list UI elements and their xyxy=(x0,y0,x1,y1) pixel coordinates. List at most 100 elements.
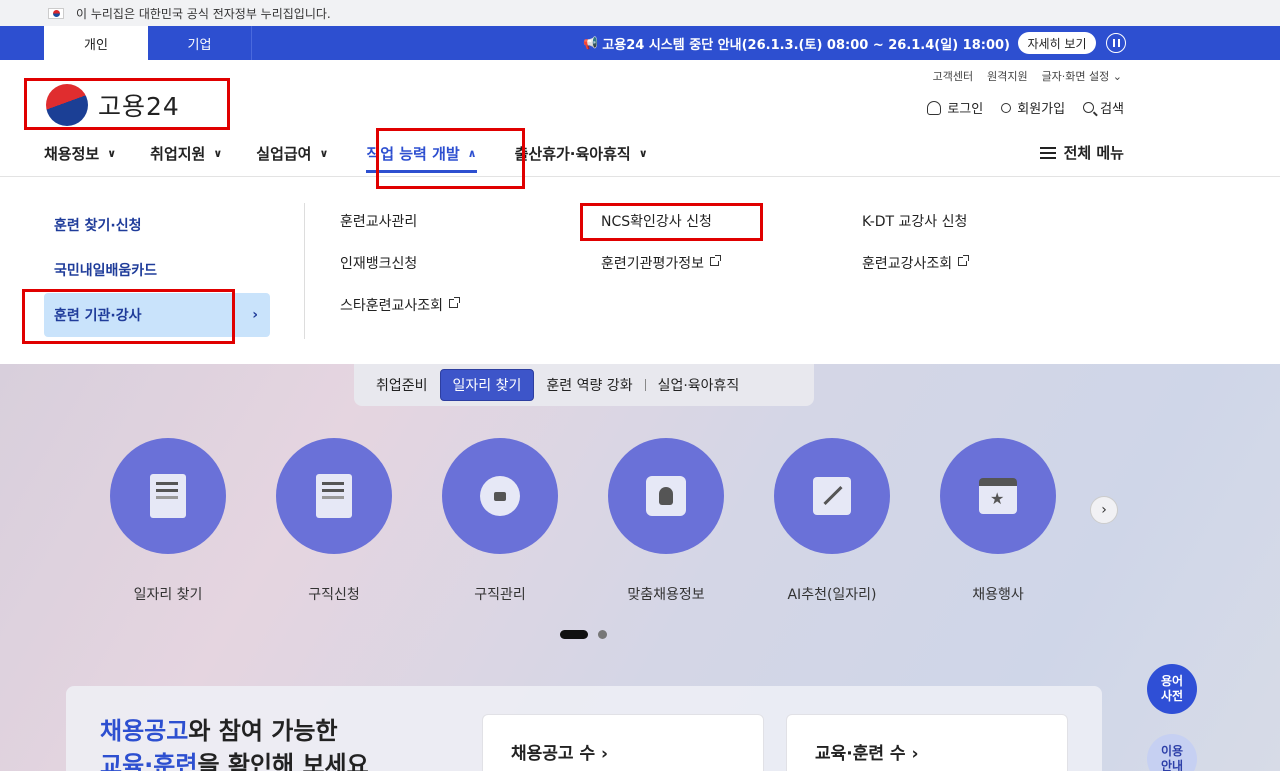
pause-icon[interactable] xyxy=(1106,33,1126,53)
nav-skill-development[interactable]: 직업 능력 개발 ∧ xyxy=(366,143,477,173)
promo-highlight: 교육·훈련 xyxy=(100,751,198,771)
login-link[interactable]: 로그인 xyxy=(927,98,983,117)
submenu-item[interactable]: 훈련기관평가정보 xyxy=(601,253,722,295)
glossary-label-line: 용어 xyxy=(1160,674,1184,688)
guide-button[interactable]: 이용 안내 xyxy=(1147,734,1197,771)
nav-skill-development-label: 직업 능력 개발 xyxy=(366,144,460,163)
magic-wand-icon xyxy=(813,477,851,515)
calendar-star-icon xyxy=(979,478,1017,514)
service-label: 맞춤채용정보 xyxy=(627,587,705,603)
stat-label: 채용공고 수 xyxy=(511,744,596,764)
util-display-settings-label: 글자·화면 설정 xyxy=(1041,70,1110,83)
menu-training-search[interactable]: 훈련 찾기·신청 xyxy=(44,203,270,247)
external-link-icon xyxy=(710,255,722,266)
logo-text: 고용24 xyxy=(98,92,180,121)
training-count[interactable]: 교육·훈련 수 › xyxy=(786,714,1068,771)
service-item[interactable]: 채용행사 xyxy=(940,438,1106,604)
guide-label: 이용 안내 xyxy=(1161,744,1183,771)
nav-parental-leave-label: 출산휴가·육아휴직 xyxy=(514,144,631,163)
notice: 📢 고용24 시스템 중단 안내(26.1.3.(토) 08:00 ~ 26.1… xyxy=(583,26,1010,60)
hero-section: 취업준비 일자리 찾기 훈련 역량 강화 실업·육아휴직 일자리 찾기 구직신청… xyxy=(0,364,1280,771)
search-link[interactable]: 검색 xyxy=(1083,98,1124,117)
hamburger-icon xyxy=(1039,146,1056,159)
guide-label-line: 이용 xyxy=(1160,744,1184,758)
service-circle[interactable] xyxy=(940,438,1056,554)
service-label: 채용행사 xyxy=(972,587,1024,603)
service-circle[interactable] xyxy=(774,438,890,554)
chevron-up-icon: ∧ xyxy=(467,146,477,160)
submenu-item[interactable]: 스타훈련교사조회 xyxy=(340,295,461,337)
tab-personal[interactable]: 개인 xyxy=(44,26,148,60)
chevron-down-icon: ∨ xyxy=(319,146,329,160)
menu-learning-card[interactable]: 국민내일배움카드 xyxy=(44,248,270,292)
gov-emblem-icon xyxy=(46,84,88,126)
service-item[interactable]: AI추천(일자리) xyxy=(774,438,940,604)
chevron-down-icon: ∨ xyxy=(107,146,117,160)
service-circle[interactable] xyxy=(608,438,724,554)
seg-tab-training[interactable]: 훈련 역량 강화 xyxy=(534,369,644,401)
user-plus-icon xyxy=(1001,102,1012,113)
submenu-item[interactable]: K-DT 교강사 신청 xyxy=(862,211,967,253)
guide-label-line: 안내 xyxy=(1160,759,1184,771)
submenu-item[interactable]: 인재뱅크신청 xyxy=(340,253,458,295)
briefcase-gear-icon xyxy=(480,476,520,516)
service-label: AI추천(일자리) xyxy=(787,587,877,603)
seg-tab-job-search[interactable]: 일자리 찾기 xyxy=(439,369,535,401)
submenu-item[interactable]: 훈련교강사조회 xyxy=(862,253,970,295)
mega-menu: 훈련 찾기·신청 국민내일배움카드 훈련 기관·강사 › 훈련교사관리 인재뱅크… xyxy=(0,176,1280,364)
util-display-settings[interactable]: 글자·화면 설정 ⌄ xyxy=(1042,68,1122,84)
service-circle[interactable] xyxy=(442,438,558,554)
divider xyxy=(304,203,305,339)
submenu-label: 스타훈련교사조회 xyxy=(340,298,444,314)
service-item[interactable]: 맞춤채용정보 xyxy=(608,438,774,604)
header: 고용24 고객센터 원격지원 글자·화면 설정 ⌄ 로그인 회원가입 검색 채용… xyxy=(0,60,1280,176)
seg-tab-unemployment[interactable]: 실업·육아휴직 xyxy=(646,369,752,401)
submenu-col-2: NCS확인강사 신청 훈련기관평가정보 xyxy=(601,211,722,295)
chevron-right-icon: › xyxy=(601,744,609,764)
signup-link[interactable]: 회원가입 xyxy=(1001,98,1065,117)
service-item[interactable]: 일자리 찾기 xyxy=(110,438,276,604)
util-remote-support[interactable]: 원격지원 xyxy=(987,68,1027,84)
nav-unemployment-benefit[interactable]: 실업급여 ∨ xyxy=(256,143,328,164)
glossary-label: 용어 사전 xyxy=(1161,674,1183,704)
auth-links: 로그인 회원가입 검색 xyxy=(927,98,1124,117)
seg-tab-prep[interactable]: 취업준비 xyxy=(364,369,440,401)
nav-job-info[interactable]: 채용정보 ∨ xyxy=(44,143,116,164)
korea-flag-icon xyxy=(48,7,64,19)
menu-training-institution[interactable]: 훈련 기관·강사 › xyxy=(44,293,270,337)
all-menu-button[interactable]: 전체 메뉴 xyxy=(1039,142,1124,163)
service-item[interactable]: 구직신청 xyxy=(276,438,442,604)
promo-title: 채용공고와 참여 가능한 교육·훈련을 확인해 보세요 xyxy=(100,714,369,771)
notice-detail-button[interactable]: 자세히 보기 xyxy=(1018,32,1096,54)
nav-unemployment-benefit-label: 실업급여 xyxy=(256,144,312,163)
submenu-item[interactable]: NCS확인강사 신청 xyxy=(601,211,719,253)
submenu-label: K-DT 교강사 신청 xyxy=(862,214,968,230)
util-customer-center[interactable]: 고객센터 xyxy=(933,68,973,84)
glossary-button[interactable]: 용어 사전 xyxy=(1147,664,1197,714)
submenu-label: 훈련교사관리 xyxy=(340,214,418,230)
service-label: 구직신청 xyxy=(308,587,360,603)
logo[interactable]: 고용24 xyxy=(46,84,180,126)
lock-icon xyxy=(927,100,942,115)
job-postings-count[interactable]: 채용공고 수 › xyxy=(482,714,764,771)
carousel-next-button[interactable]: › xyxy=(1090,496,1118,524)
nav-employment-support[interactable]: 취업지원 ∨ xyxy=(150,143,222,164)
chevron-down-icon: ⌄ xyxy=(1112,70,1122,83)
segment-tabs: 취업준비 일자리 찾기 훈련 역량 강화 실업·육아휴직 xyxy=(354,364,814,406)
main-nav: 채용정보 ∨ 취업지원 ∨ 실업급여 ∨ 직업 능력 개발 ∧ 출산휴가·육아휴직 ∨ xyxy=(44,138,682,173)
pagination-dot-active[interactable] xyxy=(560,630,588,639)
submenu-item[interactable]: 훈련교사관리 xyxy=(340,211,458,253)
service-circle[interactable] xyxy=(110,438,226,554)
service-circle[interactable] xyxy=(276,438,392,554)
notice-text[interactable]: 고용24 시스템 중단 안내(26.1.3.(토) 08:00 ~ 26.1.4… xyxy=(602,34,1010,53)
submenu-label: NCS확인강사 신청 xyxy=(601,214,712,230)
pagination-dot[interactable] xyxy=(598,630,607,639)
nav-parental-leave[interactable]: 출산휴가·육아휴직 ∨ xyxy=(515,143,648,164)
utility-links: 고객센터 원격지원 글자·화면 설정 ⌄ xyxy=(933,68,1122,84)
chevron-right-icon: › xyxy=(252,307,258,323)
tab-business[interactable]: 기업 xyxy=(148,26,252,60)
nav-job-info-label: 채용정보 xyxy=(44,144,100,163)
submenu-label: 훈련교강사조회 xyxy=(862,256,953,272)
gov-banner-text: 이 누리집은 대한민국 공식 전자정부 누리집입니다. xyxy=(76,6,331,21)
service-item[interactable]: 구직관리 xyxy=(442,438,608,604)
